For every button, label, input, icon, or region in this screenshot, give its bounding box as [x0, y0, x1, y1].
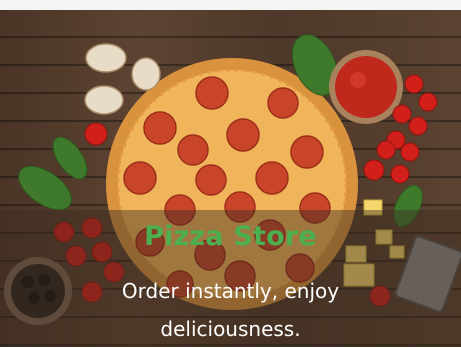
top-bar: [0, 0, 461, 10]
sauce-bowl-image: [329, 50, 403, 124]
store-tagline: Order instantly, enjoy deliciousness.: [121, 279, 340, 341]
store-title: Pizza Store: [144, 221, 317, 252]
